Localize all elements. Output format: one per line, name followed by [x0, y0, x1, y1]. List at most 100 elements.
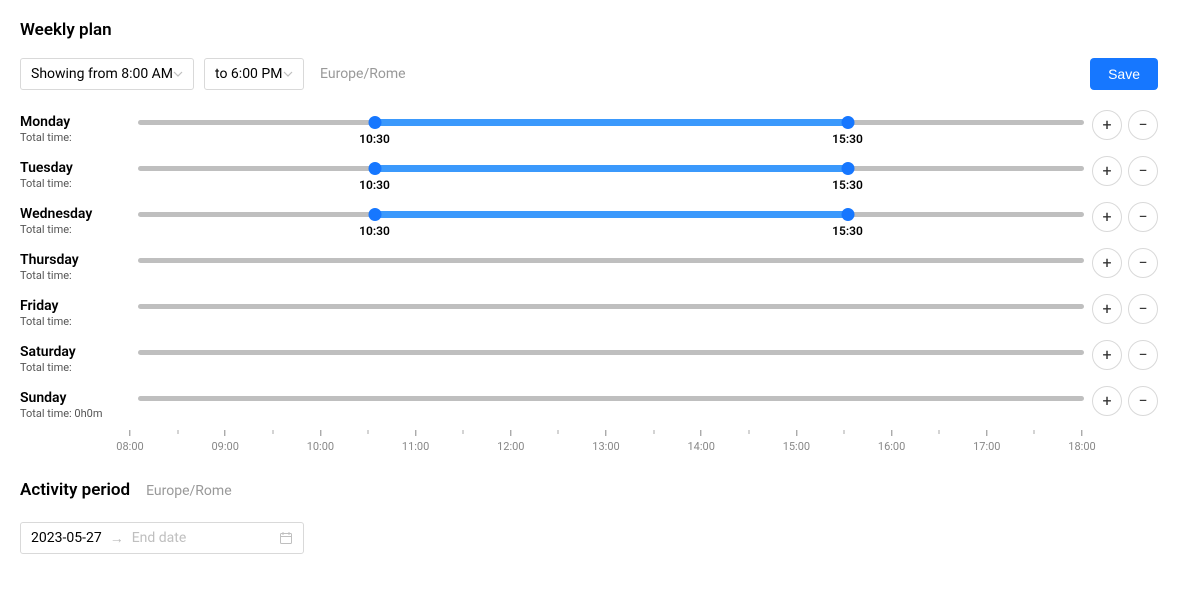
day-name: Saturday — [20, 344, 130, 360]
slider-range[interactable] — [375, 119, 848, 126]
time-slider[interactable]: 10:30 15:30 — [138, 206, 1084, 236]
total-time-label: Total time: — [20, 131, 130, 144]
plus-icon: + — [1102, 117, 1111, 133]
time-slider[interactable]: 10:30 15:30 — [138, 160, 1084, 190]
controls-row: Showing from 8:00 AM to 6:00 PM Europe/R… — [20, 58, 1158, 90]
slider-range[interactable] — [375, 165, 848, 172]
plus-icon: + — [1102, 163, 1111, 179]
add-range-button[interactable]: + — [1092, 248, 1122, 278]
day-row: SaturdayTotal time: + − — [20, 344, 1158, 374]
add-range-button[interactable]: + — [1092, 294, 1122, 324]
axis-minor-tick — [1034, 430, 1035, 434]
slider-handle-end-label: 15:30 — [832, 178, 863, 192]
plus-icon: + — [1102, 347, 1111, 363]
arrow-right-icon: → — [110, 530, 124, 547]
minus-icon: − — [1138, 117, 1147, 133]
plus-icon: + — [1102, 209, 1111, 225]
add-range-button[interactable]: + — [1092, 386, 1122, 416]
from-time-selector[interactable]: Showing from 8:00 AM — [20, 58, 194, 90]
day-name: Monday — [20, 114, 130, 130]
timezone-label: Europe/Rome — [320, 66, 406, 82]
slider-handle-start-label: 10:30 — [359, 178, 390, 192]
day-row: ThursdayTotal time:+− — [20, 252, 1158, 282]
time-slider[interactable]: 10:3015:30 — [138, 114, 1084, 144]
start-date-value: 2023-05-27 — [31, 530, 102, 546]
axis-minor-tick — [272, 430, 273, 434]
axis-tick-label: 08:00 — [116, 440, 143, 453]
remove-range-button[interactable]: − — [1128, 294, 1158, 324]
day-name: Tuesday — [20, 160, 130, 176]
day-name: Friday — [20, 298, 130, 314]
add-range-button[interactable]: + — [1092, 202, 1122, 232]
total-time-label: Total time: 0h0m — [20, 407, 130, 420]
minus-icon: − — [1138, 393, 1147, 409]
axis-minor-tick — [177, 430, 178, 434]
time-axis: 08:0009:0010:0011:0012:0013:0014:0015:00… — [130, 430, 1082, 460]
day-row: MondayTotal time: 10:3015:30 + − — [20, 114, 1158, 144]
slider-track — [138, 396, 1084, 401]
day-row: WednesdayTotal time:10:3015:30+− — [20, 206, 1158, 236]
axis-tick-label: 13:00 — [592, 440, 619, 453]
minus-icon: − — [1138, 209, 1147, 225]
axis-tick: 14:00 — [687, 430, 714, 453]
remove-range-button[interactable]: − — [1128, 386, 1158, 416]
axis-minor-tick — [939, 430, 940, 434]
slider-handle-end[interactable] — [841, 208, 854, 221]
day-row: FridayTotal time:+− — [20, 298, 1158, 328]
day-name: Sunday — [20, 390, 130, 406]
axis-minor-tick — [463, 430, 464, 434]
total-time-label: Total time: — [20, 361, 130, 374]
date-range-picker[interactable]: 2023-05-27 → End date — [20, 522, 304, 554]
axis-tick: 08:00 — [116, 430, 143, 453]
slider-handle-end[interactable] — [841, 116, 854, 129]
add-range-button[interactable]: + — [1092, 340, 1122, 370]
remove-range-button[interactable]: − — [1128, 248, 1158, 278]
minus-icon: − — [1138, 301, 1147, 317]
activity-period-tz: Europe/Rome — [146, 483, 232, 499]
axis-minor-tick — [844, 430, 845, 434]
axis-tick-label: 14:00 — [687, 440, 714, 453]
slider-handle-start-label: 10:30 — [359, 224, 390, 238]
add-range-button[interactable]: + — [1092, 110, 1122, 140]
axis-tick: 18:00 — [1068, 430, 1095, 453]
activity-period-header: Activity period Europe/Rome — [20, 480, 1158, 500]
add-range-button[interactable]: + — [1092, 156, 1122, 186]
from-time-label: Showing from 8:00 AM — [31, 66, 173, 82]
axis-tick: 12:00 — [497, 430, 524, 453]
slider-track — [138, 350, 1084, 355]
time-slider[interactable] — [138, 390, 1084, 420]
slider-handle-end[interactable] — [841, 162, 854, 175]
time-slider[interactable] — [138, 344, 1084, 374]
remove-range-button[interactable]: − — [1128, 340, 1158, 370]
axis-tick: 17:00 — [973, 430, 1000, 453]
slider-handle-start[interactable] — [368, 208, 381, 221]
activity-period-title: Activity period — [20, 480, 130, 500]
minus-icon: − — [1138, 163, 1147, 179]
slider-handle-start[interactable] — [368, 116, 381, 129]
day-name: Wednesday — [20, 206, 130, 222]
time-slider[interactable] — [138, 298, 1084, 328]
axis-tick-label: 10:00 — [307, 440, 334, 453]
chevron-down-icon — [283, 69, 293, 79]
total-time-label: Total time: — [20, 269, 130, 282]
remove-range-button[interactable]: − — [1128, 202, 1158, 232]
time-slider[interactable] — [138, 252, 1084, 282]
remove-range-button[interactable]: − — [1128, 110, 1158, 140]
slider-range[interactable] — [375, 211, 848, 218]
day-row: TuesdayTotal time:10:3015:30+− — [20, 160, 1158, 190]
remove-range-button[interactable]: − — [1128, 156, 1158, 186]
minus-icon: − — [1138, 347, 1147, 363]
page-title: Weekly plan — [20, 20, 1158, 40]
slider-handle-start-label: 10:30 — [359, 132, 390, 146]
slider-track — [138, 304, 1084, 309]
axis-tick: 13:00 — [592, 430, 619, 453]
to-time-selector[interactable]: to 6:00 PM — [204, 58, 304, 90]
minus-icon: − — [1138, 255, 1147, 271]
save-button[interactable]: Save — [1090, 58, 1158, 90]
slider-handle-start[interactable] — [368, 162, 381, 175]
axis-tick-label: 16:00 — [878, 440, 905, 453]
slider-handle-end-label: 15:30 — [832, 224, 863, 238]
axis-tick: 09:00 — [211, 430, 238, 453]
plus-icon: + — [1102, 393, 1111, 409]
plus-icon: + — [1102, 301, 1111, 317]
